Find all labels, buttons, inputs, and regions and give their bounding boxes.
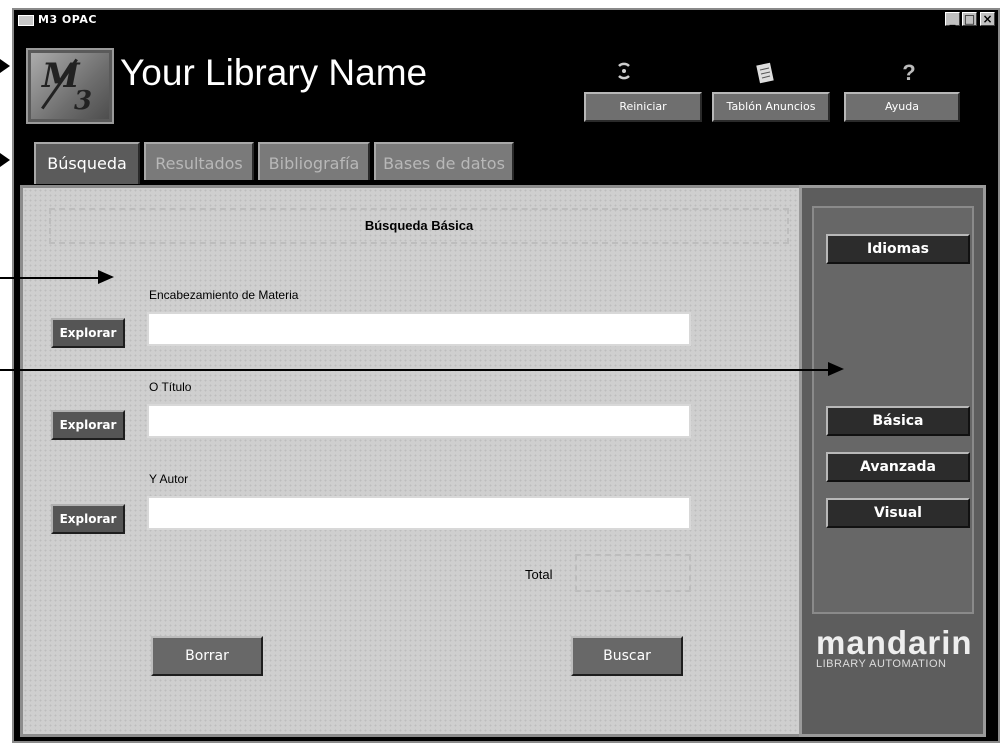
author-input[interactable] (147, 496, 691, 530)
annotation-arrow-sidebar (0, 369, 828, 371)
subject-input[interactable] (147, 312, 691, 346)
notice-board-icon[interactable] (750, 60, 780, 91)
minimize-button[interactable]: _ (945, 12, 960, 26)
side-panel: Idiomas Básica Avanzada Visual mandarin … (799, 185, 986, 737)
explorar-subject-button[interactable]: Explorar (51, 318, 125, 348)
explorar-author-button[interactable]: Explorar (51, 504, 125, 534)
window-title: M3 OPAC (38, 13, 97, 26)
maximize-button[interactable]: □ (962, 12, 977, 26)
annotation-arrowhead-logo (0, 59, 10, 73)
title-input[interactable] (147, 404, 691, 438)
visual-button[interactable]: Visual (826, 498, 970, 528)
total-label: Total (525, 567, 553, 582)
title-label: O Título (149, 380, 192, 394)
tab-bibliografia[interactable]: Bibliografía (258, 142, 370, 180)
reiniciar-button[interactable]: Reiniciar (584, 92, 702, 122)
author-label: Y Autor (149, 472, 189, 486)
tab-busqueda[interactable]: Búsqueda (34, 142, 140, 184)
app-header: M 3 Your Library Name ? Reiniciar Tablón… (14, 30, 998, 184)
close-button[interactable]: × (980, 12, 995, 26)
annotation-arrowhead-tabs (0, 153, 10, 167)
subject-label: Encabezamiento de Materia (149, 288, 299, 302)
borrar-button[interactable]: Borrar (151, 636, 263, 676)
window-app-icon (18, 15, 34, 26)
annotation-arrow-field (0, 277, 98, 279)
logo-digit-3: 3 (74, 86, 93, 116)
mandarin-logo: mandarin LIBRARY AUTOMATION (816, 624, 976, 670)
tab-resultados[interactable]: Resultados (144, 142, 254, 180)
total-value (575, 554, 691, 592)
tab-bases-de-datos[interactable]: Bases de datos (374, 142, 514, 180)
buscar-button[interactable]: Buscar (571, 636, 683, 676)
m3-logo: M 3 (26, 48, 114, 124)
search-heading: Búsqueda Básica (49, 208, 789, 244)
explorar-title-button[interactable]: Explorar (51, 410, 125, 440)
help-icon[interactable]: ? (894, 60, 924, 86)
reset-icon[interactable] (609, 60, 639, 87)
basica-button[interactable]: Básica (826, 406, 970, 436)
library-name: Your Library Name (120, 52, 428, 93)
title-bar[interactable]: M3 OPAC _ □ × (14, 10, 998, 30)
annotation-arrowhead-sidebar (828, 362, 844, 376)
ayuda-button[interactable]: Ayuda (844, 92, 960, 122)
app-window: M3 OPAC _ □ × M 3 Your Library Name ? Re… (12, 8, 1000, 743)
avanzada-button[interactable]: Avanzada (826, 452, 970, 482)
search-panel: Búsqueda Básica Encabezamiento de Materi… (20, 185, 806, 737)
brand-name: mandarin (816, 624, 973, 661)
idiomas-button[interactable]: Idiomas (826, 234, 970, 264)
annotation-arrowhead-field (98, 270, 114, 284)
tablon-anuncios-button[interactable]: Tablón Anuncios (712, 92, 830, 122)
